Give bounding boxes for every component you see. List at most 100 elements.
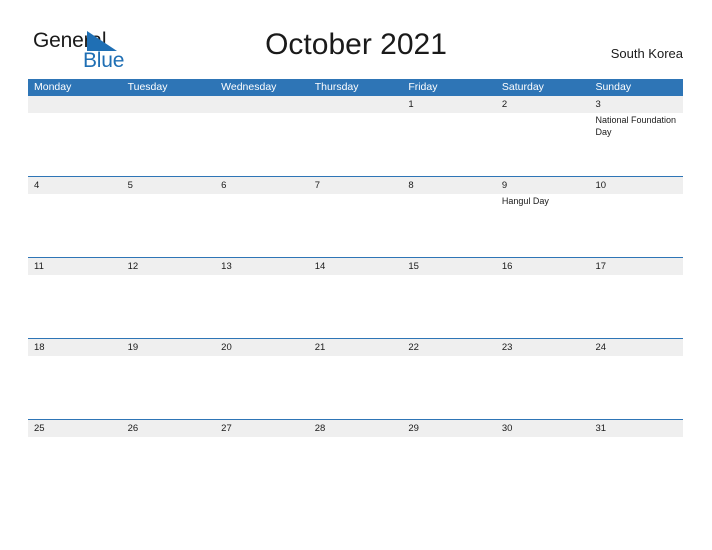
calendar-day-cell[interactable]: 14 (308, 258, 403, 338)
day-number-band: 6 (215, 177, 309, 194)
calendar-day-cell[interactable]: 28 (308, 420, 403, 500)
day-number: 1 (408, 99, 414, 110)
day-number: 24 (595, 342, 607, 353)
calendar-day-cell[interactable]: 10 (589, 177, 684, 257)
calendar-day-cell[interactable]: 9 Hangul Day (495, 177, 590, 257)
calendar-day-cell[interactable]: 7 (308, 177, 403, 257)
day-events: Hangul Day (496, 194, 590, 208)
day-events (28, 437, 122, 439)
calendar-day-cell[interactable]: 1 (402, 96, 496, 176)
day-events (215, 437, 309, 439)
day-number: 4 (34, 180, 40, 191)
day-number: 6 (221, 180, 227, 191)
calendar-day-cell[interactable]: 27 (215, 420, 309, 500)
calendar-day-cell[interactable]: 23 (495, 339, 590, 419)
calendar-day-cell[interactable]: 2 (495, 96, 590, 176)
calendar-day-cell[interactable]: 13 (215, 258, 309, 338)
calendar-day-cell[interactable]: 19 (121, 339, 216, 419)
day-number: 25 (34, 423, 45, 434)
day-events (215, 356, 309, 358)
day-number: 29 (408, 423, 419, 434)
day-number-band: 23 (495, 339, 590, 356)
day-number-band: 15 (402, 258, 496, 275)
calendar-day-cell[interactable]: 22 (402, 339, 496, 419)
day-number: 9 (501, 180, 508, 191)
day-number: 11 (34, 261, 44, 272)
day-events (309, 356, 403, 358)
calendar-page: General Blue October 2021 South Korea Mo… (0, 0, 712, 550)
calendar-day-cell[interactable]: 6 (215, 177, 309, 257)
calendar-day-cell[interactable]: 20 (215, 339, 309, 419)
calendar-weeks: 1 2 3 National Foundation Day 4 5 6 7 8 9 Hangul D… (28, 96, 684, 500)
calendar-day-cell[interactable]: 11 (28, 258, 122, 338)
calendar-week-row: 1 2 3 National Foundation Day (28, 96, 684, 176)
day-events (589, 194, 683, 196)
day-number-band: 17 (589, 258, 684, 275)
day-events (28, 113, 122, 115)
day-number: 26 (127, 423, 139, 434)
calendar-day-cell[interactable]: 25 (28, 420, 122, 500)
calendar-week-row: 25 26 27 28 29 30 31 (28, 419, 684, 500)
day-number: 12 (127, 261, 139, 272)
day-events (589, 437, 683, 439)
country-label: South Korea (610, 46, 683, 61)
calendar-day-cell[interactable]: 21 (308, 339, 403, 419)
day-number-band: 22 (402, 339, 496, 356)
weekday-header-saturday: Saturday (501, 81, 544, 93)
calendar-day-cell[interactable]: 24 (589, 339, 684, 419)
calendar-day-cell[interactable]: 17 (589, 258, 684, 338)
calendar-day-cell-empty (121, 96, 216, 176)
calendar-day-cell[interactable]: 30 (495, 420, 590, 500)
day-number-band (215, 96, 309, 113)
calendar-day-cell[interactable]: 16 (495, 258, 590, 338)
weekday-header-monday: Monday (34, 81, 72, 93)
day-events (496, 113, 590, 115)
day-number-band: 11 (28, 258, 122, 275)
calendar-day-cell[interactable]: 31 (589, 420, 684, 500)
day-number: 3 (595, 99, 601, 110)
general-blue-logo[interactable]: General Blue (33, 30, 163, 72)
calendar-grid: Monday Tuesday Wednesday Thursday Friday… (28, 79, 684, 500)
calendar-day-cell[interactable]: 29 (402, 420, 496, 500)
day-events (28, 356, 122, 358)
day-events (122, 356, 216, 358)
weekday-header-wednesday: Wednesday (221, 81, 277, 93)
day-events (28, 275, 122, 277)
calendar-day-cell[interactable]: 18 (28, 339, 122, 419)
day-number-band: 9 (495, 177, 590, 194)
day-number-band: 7 (308, 177, 403, 194)
holiday-event-label: National Foundation Day (595, 115, 677, 137)
day-number-band: 18 (28, 339, 122, 356)
day-number: 18 (34, 342, 45, 353)
calendar-week-cells: 11 12 13 14 15 16 17 (28, 258, 684, 338)
day-number-band: 1 (402, 96, 496, 113)
calendar-day-cell[interactable]: 12 (121, 258, 216, 338)
day-number: 2 (501, 99, 508, 110)
day-events: National Foundation Day (589, 113, 683, 138)
day-number: 31 (595, 423, 607, 434)
weekday-header-row: Monday Tuesday Wednesday Thursday Friday… (28, 79, 683, 96)
calendar-day-cell[interactable]: 26 (121, 420, 216, 500)
day-number-band: 24 (589, 339, 684, 356)
calendar-day-cell[interactable]: 15 (402, 258, 496, 338)
day-number: 21 (314, 342, 326, 353)
day-events (309, 275, 403, 277)
calendar-week-row: 11 12 13 14 15 16 17 (28, 257, 684, 338)
day-number-band: 29 (402, 420, 496, 437)
calendar-day-cell[interactable]: 3 National Foundation Day (589, 96, 684, 176)
day-number: 7 (314, 180, 321, 191)
calendar-week-cells: 18 19 20 21 22 23 24 (28, 339, 684, 419)
day-number: 20 (221, 342, 232, 353)
day-number-band: 30 (495, 420, 590, 437)
day-number: 28 (314, 423, 326, 434)
day-number-band: 10 (589, 177, 684, 194)
day-number: 14 (314, 261, 326, 272)
calendar-day-cell[interactable]: 8 (402, 177, 496, 257)
day-events (215, 113, 309, 115)
day-number-band: 26 (121, 420, 216, 437)
calendar-day-cell[interactable]: 5 (121, 177, 216, 257)
day-number: 5 (127, 180, 133, 191)
day-events (215, 275, 309, 277)
calendar-day-cell[interactable]: 4 (28, 177, 122, 257)
day-number-band: 3 (589, 96, 684, 113)
